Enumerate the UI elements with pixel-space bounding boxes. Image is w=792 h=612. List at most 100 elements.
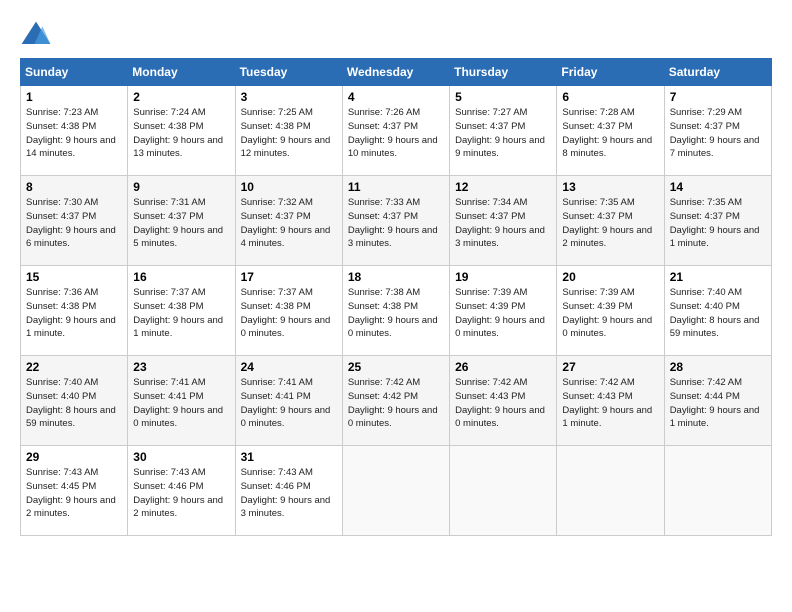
day-info: Sunrise: 7:41 AM Sunset: 4:41 PM Dayligh…	[241, 376, 337, 431]
calendar-cell	[664, 446, 771, 536]
day-number: 27	[562, 360, 658, 374]
day-info: Sunrise: 7:24 AM Sunset: 4:38 PM Dayligh…	[133, 106, 229, 161]
day-info: Sunrise: 7:33 AM Sunset: 4:37 PM Dayligh…	[348, 196, 444, 251]
calendar-cell: 13 Sunrise: 7:35 AM Sunset: 4:37 PM Dayl…	[557, 176, 664, 266]
day-number: 15	[26, 270, 122, 284]
weekday-header: Monday	[128, 59, 235, 86]
calendar-cell	[450, 446, 557, 536]
day-number: 20	[562, 270, 658, 284]
calendar-week-row: 15 Sunrise: 7:36 AM Sunset: 4:38 PM Dayl…	[21, 266, 772, 356]
calendar-cell: 5 Sunrise: 7:27 AM Sunset: 4:37 PM Dayli…	[450, 86, 557, 176]
calendar-cell: 31 Sunrise: 7:43 AM Sunset: 4:46 PM Dayl…	[235, 446, 342, 536]
day-info: Sunrise: 7:37 AM Sunset: 4:38 PM Dayligh…	[133, 286, 229, 341]
page-header	[20, 20, 772, 48]
calendar-cell: 10 Sunrise: 7:32 AM Sunset: 4:37 PM Dayl…	[235, 176, 342, 266]
day-info: Sunrise: 7:34 AM Sunset: 4:37 PM Dayligh…	[455, 196, 551, 251]
day-info: Sunrise: 7:43 AM Sunset: 4:45 PM Dayligh…	[26, 466, 122, 521]
day-number: 21	[670, 270, 766, 284]
day-info: Sunrise: 7:29 AM Sunset: 4:37 PM Dayligh…	[670, 106, 766, 161]
weekday-header: Sunday	[21, 59, 128, 86]
day-info: Sunrise: 7:42 AM Sunset: 4:44 PM Dayligh…	[670, 376, 766, 431]
calendar-cell: 2 Sunrise: 7:24 AM Sunset: 4:38 PM Dayli…	[128, 86, 235, 176]
day-info: Sunrise: 7:25 AM Sunset: 4:38 PM Dayligh…	[241, 106, 337, 161]
calendar-week-row: 1 Sunrise: 7:23 AM Sunset: 4:38 PM Dayli…	[21, 86, 772, 176]
day-number: 1	[26, 90, 122, 104]
weekday-header: Saturday	[664, 59, 771, 86]
weekday-header: Thursday	[450, 59, 557, 86]
day-info: Sunrise: 7:39 AM Sunset: 4:39 PM Dayligh…	[562, 286, 658, 341]
calendar-cell: 28 Sunrise: 7:42 AM Sunset: 4:44 PM Dayl…	[664, 356, 771, 446]
day-number: 7	[670, 90, 766, 104]
calendar-cell: 7 Sunrise: 7:29 AM Sunset: 4:37 PM Dayli…	[664, 86, 771, 176]
calendar-cell: 6 Sunrise: 7:28 AM Sunset: 4:37 PM Dayli…	[557, 86, 664, 176]
day-info: Sunrise: 7:40 AM Sunset: 4:40 PM Dayligh…	[26, 376, 122, 431]
calendar-header-row: SundayMondayTuesdayWednesdayThursdayFrid…	[21, 59, 772, 86]
day-number: 29	[26, 450, 122, 464]
calendar-cell: 16 Sunrise: 7:37 AM Sunset: 4:38 PM Dayl…	[128, 266, 235, 356]
calendar-cell: 15 Sunrise: 7:36 AM Sunset: 4:38 PM Dayl…	[21, 266, 128, 356]
day-info: Sunrise: 7:41 AM Sunset: 4:41 PM Dayligh…	[133, 376, 229, 431]
calendar-cell	[342, 446, 449, 536]
day-info: Sunrise: 7:35 AM Sunset: 4:37 PM Dayligh…	[670, 196, 766, 251]
day-number: 4	[348, 90, 444, 104]
calendar-cell: 3 Sunrise: 7:25 AM Sunset: 4:38 PM Dayli…	[235, 86, 342, 176]
day-info: Sunrise: 7:32 AM Sunset: 4:37 PM Dayligh…	[241, 196, 337, 251]
day-number: 31	[241, 450, 337, 464]
day-info: Sunrise: 7:35 AM Sunset: 4:37 PM Dayligh…	[562, 196, 658, 251]
calendar-cell: 30 Sunrise: 7:43 AM Sunset: 4:46 PM Dayl…	[128, 446, 235, 536]
calendar-cell: 24 Sunrise: 7:41 AM Sunset: 4:41 PM Dayl…	[235, 356, 342, 446]
calendar-cell: 19 Sunrise: 7:39 AM Sunset: 4:39 PM Dayl…	[450, 266, 557, 356]
calendar-week-row: 8 Sunrise: 7:30 AM Sunset: 4:37 PM Dayli…	[21, 176, 772, 266]
calendar-cell: 20 Sunrise: 7:39 AM Sunset: 4:39 PM Dayl…	[557, 266, 664, 356]
calendar-cell: 26 Sunrise: 7:42 AM Sunset: 4:43 PM Dayl…	[450, 356, 557, 446]
day-number: 22	[26, 360, 122, 374]
logo	[20, 20, 56, 48]
calendar-cell: 4 Sunrise: 7:26 AM Sunset: 4:37 PM Dayli…	[342, 86, 449, 176]
day-info: Sunrise: 7:31 AM Sunset: 4:37 PM Dayligh…	[133, 196, 229, 251]
day-number: 12	[455, 180, 551, 194]
day-info: Sunrise: 7:27 AM Sunset: 4:37 PM Dayligh…	[455, 106, 551, 161]
day-number: 25	[348, 360, 444, 374]
weekday-header: Tuesday	[235, 59, 342, 86]
calendar-cell: 29 Sunrise: 7:43 AM Sunset: 4:45 PM Dayl…	[21, 446, 128, 536]
day-info: Sunrise: 7:43 AM Sunset: 4:46 PM Dayligh…	[241, 466, 337, 521]
calendar-cell: 11 Sunrise: 7:33 AM Sunset: 4:37 PM Dayl…	[342, 176, 449, 266]
day-number: 28	[670, 360, 766, 374]
day-number: 9	[133, 180, 229, 194]
logo-icon	[20, 20, 52, 48]
calendar-cell: 14 Sunrise: 7:35 AM Sunset: 4:37 PM Dayl…	[664, 176, 771, 266]
day-number: 8	[26, 180, 122, 194]
calendar-cell	[557, 446, 664, 536]
day-info: Sunrise: 7:28 AM Sunset: 4:37 PM Dayligh…	[562, 106, 658, 161]
calendar-week-row: 29 Sunrise: 7:43 AM Sunset: 4:45 PM Dayl…	[21, 446, 772, 536]
day-info: Sunrise: 7:43 AM Sunset: 4:46 PM Dayligh…	[133, 466, 229, 521]
day-number: 16	[133, 270, 229, 284]
calendar-cell: 27 Sunrise: 7:42 AM Sunset: 4:43 PM Dayl…	[557, 356, 664, 446]
calendar-cell: 9 Sunrise: 7:31 AM Sunset: 4:37 PM Dayli…	[128, 176, 235, 266]
calendar-cell: 18 Sunrise: 7:38 AM Sunset: 4:38 PM Dayl…	[342, 266, 449, 356]
day-number: 11	[348, 180, 444, 194]
calendar-table: SundayMondayTuesdayWednesdayThursdayFrid…	[20, 58, 772, 536]
day-info: Sunrise: 7:42 AM Sunset: 4:42 PM Dayligh…	[348, 376, 444, 431]
day-info: Sunrise: 7:26 AM Sunset: 4:37 PM Dayligh…	[348, 106, 444, 161]
day-info: Sunrise: 7:39 AM Sunset: 4:39 PM Dayligh…	[455, 286, 551, 341]
day-info: Sunrise: 7:38 AM Sunset: 4:38 PM Dayligh…	[348, 286, 444, 341]
day-info: Sunrise: 7:42 AM Sunset: 4:43 PM Dayligh…	[455, 376, 551, 431]
calendar-cell: 25 Sunrise: 7:42 AM Sunset: 4:42 PM Dayl…	[342, 356, 449, 446]
day-info: Sunrise: 7:42 AM Sunset: 4:43 PM Dayligh…	[562, 376, 658, 431]
calendar-cell: 12 Sunrise: 7:34 AM Sunset: 4:37 PM Dayl…	[450, 176, 557, 266]
day-number: 26	[455, 360, 551, 374]
day-info: Sunrise: 7:40 AM Sunset: 4:40 PM Dayligh…	[670, 286, 766, 341]
day-number: 6	[562, 90, 658, 104]
day-number: 17	[241, 270, 337, 284]
day-number: 13	[562, 180, 658, 194]
day-number: 10	[241, 180, 337, 194]
day-number: 5	[455, 90, 551, 104]
calendar-cell: 21 Sunrise: 7:40 AM Sunset: 4:40 PM Dayl…	[664, 266, 771, 356]
weekday-header: Wednesday	[342, 59, 449, 86]
day-info: Sunrise: 7:30 AM Sunset: 4:37 PM Dayligh…	[26, 196, 122, 251]
calendar-cell: 22 Sunrise: 7:40 AM Sunset: 4:40 PM Dayl…	[21, 356, 128, 446]
calendar-cell: 8 Sunrise: 7:30 AM Sunset: 4:37 PM Dayli…	[21, 176, 128, 266]
day-info: Sunrise: 7:36 AM Sunset: 4:38 PM Dayligh…	[26, 286, 122, 341]
calendar-cell: 17 Sunrise: 7:37 AM Sunset: 4:38 PM Dayl…	[235, 266, 342, 356]
